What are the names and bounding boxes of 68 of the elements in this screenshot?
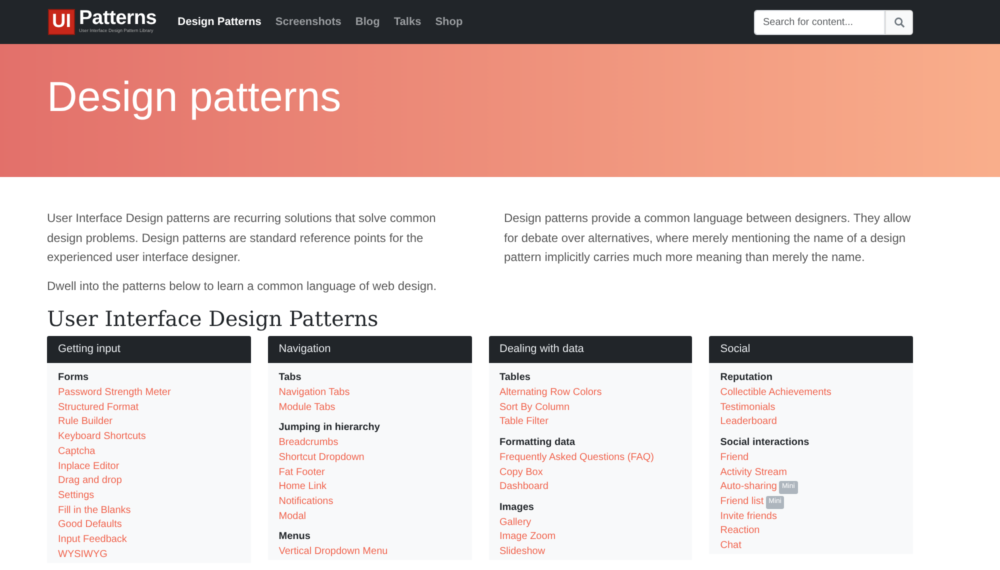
pattern-link[interactable]: Frequently Asked Questions (FAQ): [500, 450, 654, 466]
pattern-link[interactable]: Fat Footer: [278, 466, 325, 480]
card-header: Navigation: [268, 336, 472, 364]
paragraph: Dwell into the patterns below to learn a common language of web design.: [47, 278, 438, 295]
pattern-link[interactable]: Fill in the Blanks: [58, 504, 131, 518]
pattern-link[interactable]: Rule Builder: [58, 415, 112, 430]
pattern-link[interactable]: Navigation Tabs: [278, 386, 350, 401]
pattern-link[interactable]: Reaction: [720, 524, 760, 540]
pattern-link[interactable]: Captcha: [58, 444, 96, 460]
logo-text[interactable]: Patterns: [79, 9, 157, 28]
pattern-link[interactable]: Good Defaults: [58, 518, 122, 534]
card-header: Dealing with data: [488, 336, 692, 364]
pattern-link[interactable]: Slideshow: [500, 545, 546, 560]
search-icon: [894, 16, 904, 28]
nav-link[interactable]: Screenshots: [270, 14, 346, 30]
pattern-link[interactable]: Inplace Editor: [58, 460, 120, 474]
pattern-link[interactable]: Auto-sharing: [720, 480, 777, 495]
pattern-link[interactable]: Notifications: [278, 495, 334, 510]
group-title: Images: [500, 501, 535, 515]
nav-link[interactable]: Shop: [430, 14, 468, 30]
nav-link[interactable]: Talks: [388, 14, 426, 30]
pattern-link[interactable]: Friend: [720, 450, 749, 466]
pattern-link[interactable]: Modal: [278, 510, 306, 524]
pattern-link[interactable]: Activity Stream: [720, 466, 787, 480]
card-header: Social: [709, 336, 913, 364]
logo-mark[interactable]: UI: [48, 9, 75, 35]
pattern-link[interactable]: Module Tabs: [278, 400, 336, 416]
pattern-link[interactable]: Collectible Achievements: [720, 386, 832, 401]
pattern-link[interactable]: Input Feedback: [58, 533, 127, 548]
pattern-link[interactable]: Image Zoom: [500, 530, 556, 546]
pattern-link[interactable]: Vertical Dropdown Menu: [278, 545, 388, 560]
group-title: Jumping in hierarchy: [278, 421, 381, 436]
nav-link[interactable]: Blog: [350, 14, 385, 30]
pattern-link[interactable]: Leaderboard: [720, 415, 777, 430]
pattern-link[interactable]: Keyboard Shortcuts: [58, 430, 146, 445]
pattern-link[interactable]: Password Strength Meter: [58, 386, 171, 401]
pattern-link[interactable]: Testimonials: [720, 400, 776, 416]
pattern-link[interactable]: Table Filter: [500, 415, 548, 430]
pattern-link[interactable]: Alternating Row Colors: [500, 386, 602, 401]
pattern-link[interactable]: Chat: [720, 539, 742, 554]
pattern-link[interactable]: Copy Box: [500, 466, 543, 480]
pattern-link[interactable]: Settings: [58, 489, 94, 504]
pattern-link[interactable]: Drag and drop: [58, 474, 122, 489]
nav-link[interactable]: Design Patterns: [172, 14, 266, 30]
paragraph: Design patterns provide a common language between designers. They allow for debate over alternatives, where merely mentioning the name of a design pattern implicitly carries much more meaning than merely the name.: [504, 210, 912, 266]
group-title: Social interactions: [720, 436, 810, 450]
group-title: Forms: [58, 371, 90, 386]
paragraph: User Interface Design patterns are recurring solutions that solve common design problems. Design patterns are standard reference points for the experienced user interface designer.: [47, 210, 437, 266]
card-header: Getting input: [47, 336, 251, 364]
pattern-link[interactable]: Structured Format: [58, 400, 139, 416]
group-title: Tabs: [278, 371, 302, 386]
pattern-link[interactable]: Breadcrumbs: [278, 436, 338, 451]
pattern-link[interactable]: Friend list: [720, 495, 764, 510]
group-title: Reputation: [720, 371, 774, 386]
pattern-link[interactable]: WYSIWYG: [58, 548, 108, 563]
group-title: Menus: [278, 530, 312, 544]
search-field[interactable]: Search for content...: [754, 10, 885, 34]
pattern-link[interactable]: Invite friends: [720, 510, 777, 524]
group-title: Formatting data: [500, 436, 576, 450]
pattern-link[interactable]: Home Link: [278, 480, 327, 495]
section-heading: User Interface Design Patterns: [47, 307, 380, 332]
pattern-link[interactable]: Gallery: [500, 516, 532, 530]
page-title: Design patterns: [47, 72, 342, 122]
group-title: Tables: [500, 371, 532, 386]
search-button[interactable]: [885, 10, 913, 34]
pattern-link[interactable]: Shortcut Dropdown: [278, 450, 364, 466]
pattern-link[interactable]: Sort By Column: [500, 400, 570, 416]
pattern-link[interactable]: Dashboard: [500, 480, 548, 495]
